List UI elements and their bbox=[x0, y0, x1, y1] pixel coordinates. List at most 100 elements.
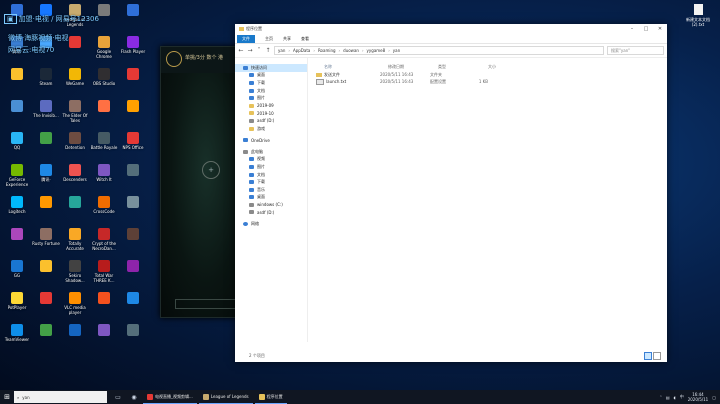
taskbar-search[interactable]: ⌕ yan bbox=[14, 391, 107, 403]
desktop-icon[interactable]: Crypt of the NecroDan... bbox=[89, 226, 119, 258]
desktop-icon[interactable] bbox=[89, 290, 119, 322]
breadcrumb-separator-icon[interactable]: › bbox=[313, 48, 315, 53]
nav-item[interactable]: 快速访问 bbox=[235, 64, 307, 72]
nav-item[interactable]: 下载 bbox=[235, 79, 307, 87]
breadcrumb-separator-icon[interactable]: › bbox=[388, 48, 390, 53]
breadcrumb-segment[interactable]: Roaming bbox=[318, 48, 336, 53]
task-view-icon[interactable]: ▭ bbox=[111, 391, 125, 403]
volume-icon[interactable]: ◖ bbox=[674, 395, 676, 400]
desktop-icon[interactable]: Sekiro Shadow... bbox=[60, 258, 90, 290]
notification-icon[interactable]: ▢ bbox=[712, 395, 716, 400]
desktop-icon[interactable] bbox=[118, 2, 148, 34]
desktop-icon[interactable]: Logitech bbox=[2, 194, 32, 226]
desktop-icon[interactable] bbox=[118, 98, 148, 130]
nav-item[interactable]: windows (C:) bbox=[235, 201, 307, 209]
desktop-icon[interactable] bbox=[31, 258, 61, 290]
nav-item[interactable]: 网络 bbox=[235, 220, 307, 228]
desktop-icon[interactable] bbox=[118, 66, 148, 98]
desktop-icon[interactable]: QQ bbox=[2, 130, 32, 162]
file-explorer-window[interactable]: 程序位置 – □ ✕ 文件 主页 共享 查看 ← → ˅ ↑ yan › AppData ›… bbox=[235, 24, 667, 362]
desktop-icon[interactable]: Totally Accurate bbox=[60, 226, 90, 258]
search-input[interactable]: 搜索"yan" bbox=[607, 46, 664, 55]
breadcrumb-segment[interactable]: AppData bbox=[293, 48, 310, 53]
desktop-icon[interactable]: Steam bbox=[31, 66, 61, 98]
nav-item[interactable]: 下载 bbox=[235, 178, 307, 186]
nav-item[interactable]: 2019-10 bbox=[235, 110, 307, 118]
breadcrumb-separator-icon[interactable]: › bbox=[288, 48, 290, 53]
large-icons-view-button[interactable] bbox=[653, 352, 661, 360]
desktop-icon[interactable] bbox=[2, 66, 32, 98]
ribbon-tab[interactable]: 查看 bbox=[301, 36, 309, 42]
desktop-icon[interactable] bbox=[89, 322, 119, 354]
nav-item[interactable]: 文档 bbox=[235, 171, 307, 179]
desktop-icon[interactable] bbox=[2, 226, 32, 258]
desktop-file-right[interactable]: 新建文本文档 (2).txt bbox=[682, 4, 714, 27]
desktop-icon[interactable] bbox=[2, 98, 32, 130]
maximize-button[interactable]: □ bbox=[639, 26, 653, 32]
nav-item[interactable]: asdf (D:) bbox=[235, 117, 307, 125]
desktop-icon[interactable]: Rusty Fortune bbox=[31, 226, 61, 258]
nav-item[interactable]: 桌面 bbox=[235, 72, 307, 80]
desktop-icon[interactable]: NPS Office bbox=[118, 130, 148, 162]
desktop-icon[interactable]: GeForce Experience bbox=[2, 162, 32, 194]
recent-chevron-icon[interactable]: ˅ bbox=[256, 47, 262, 54]
desktop-icon[interactable]: WeGame bbox=[60, 66, 90, 98]
column-header[interactable]: 名称 bbox=[324, 64, 388, 70]
column-header[interactable]: 大小 bbox=[466, 64, 496, 70]
desktop-icon[interactable]: PotPlayer bbox=[2, 290, 32, 322]
desktop-icon[interactable]: The Invisib... bbox=[31, 98, 61, 130]
desktop-icon[interactable] bbox=[31, 130, 61, 162]
desktop-icon[interactable]: OBS Studio bbox=[89, 66, 119, 98]
desktop-icon[interactable]: Google Chrome bbox=[89, 34, 119, 66]
address-bar[interactable]: yan › AppData › Roaming › duowan › yygame8 › yan bbox=[274, 46, 604, 55]
desktop-icon[interactable]: TeamViewer bbox=[2, 322, 32, 354]
desktop-icon[interactable]: GG bbox=[2, 258, 32, 290]
close-button[interactable]: ✕ bbox=[653, 26, 667, 32]
desktop-icon[interactable] bbox=[118, 258, 148, 290]
desktop-icon[interactable] bbox=[60, 322, 90, 354]
desktop-icon[interactable] bbox=[118, 322, 148, 354]
nav-item[interactable]: 视频 bbox=[235, 156, 307, 164]
back-arrow-icon[interactable]: ← bbox=[238, 47, 244, 54]
desktop-icon[interactable]: Battle Royale bbox=[89, 130, 119, 162]
breadcrumb-segment[interactable]: yan bbox=[278, 48, 285, 53]
breadcrumb-separator-icon[interactable]: › bbox=[339, 48, 341, 53]
desktop-icon[interactable]: Witch It bbox=[89, 162, 119, 194]
desktop-icon[interactable] bbox=[31, 322, 61, 354]
nav-item[interactable]: 音乐 bbox=[235, 186, 307, 194]
desktop-icon[interactable]: Detention bbox=[60, 130, 90, 162]
desktop-icon[interactable] bbox=[118, 226, 148, 258]
desktop-icon[interactable] bbox=[118, 290, 148, 322]
nav-item[interactable]: 图片 bbox=[235, 163, 307, 171]
nav-item[interactable]: 图片 bbox=[235, 94, 307, 102]
ribbon-tab[interactable]: 主页 bbox=[265, 36, 273, 42]
breadcrumb-segment[interactable]: duowan bbox=[343, 48, 359, 53]
tray-chevron-icon[interactable]: ˄ bbox=[660, 395, 662, 400]
taskbar-app[interactable]: 电视直播_视频剪辑... bbox=[143, 391, 197, 404]
nav-item[interactable]: OneDrive bbox=[235, 136, 307, 144]
desktop-icon[interactable] bbox=[118, 194, 148, 226]
column-header[interactable]: 类型 bbox=[438, 64, 466, 70]
nav-item[interactable]: 文档 bbox=[235, 87, 307, 95]
minimize-button[interactable]: – bbox=[625, 26, 639, 32]
desktop-icon[interactable] bbox=[60, 194, 90, 226]
ime-icon[interactable]: 中 bbox=[680, 394, 684, 400]
file-row[interactable]: 发送文件 2020/5/11 16:43 文件夹 bbox=[308, 71, 667, 78]
desktop-icon[interactable]: Total War THREE K... bbox=[89, 258, 119, 290]
taskbar-app[interactable]: 程序位置 bbox=[254, 391, 287, 404]
file-row[interactable]: launch.txt 2020/5/11 16:43 配置设置 1 KB bbox=[308, 78, 667, 85]
league-bottom-bar[interactable] bbox=[175, 299, 243, 309]
desktop-icon[interactable] bbox=[118, 162, 148, 194]
desktop-icon[interactable]: CrossCode bbox=[89, 194, 119, 226]
clock[interactable]: 16:44 2020/5/11 bbox=[688, 392, 709, 402]
up-arrow-icon[interactable]: ↑ bbox=[265, 47, 271, 54]
desktop-icon[interactable] bbox=[89, 98, 119, 130]
nav-item[interactable]: asdf (D:) bbox=[235, 209, 307, 217]
column-header[interactable]: 修改日期 bbox=[388, 64, 438, 70]
breadcrumb-separator-icon[interactable]: › bbox=[362, 48, 364, 53]
ribbon-tab[interactable]: 共享 bbox=[283, 36, 291, 42]
breadcrumb-segment[interactable]: yygame8 bbox=[367, 48, 386, 53]
start-button[interactable]: ⊞ bbox=[0, 390, 14, 404]
desktop-icon[interactable]: 腾讯· bbox=[31, 162, 61, 194]
taskbar-app[interactable]: League of Legends bbox=[198, 391, 253, 404]
